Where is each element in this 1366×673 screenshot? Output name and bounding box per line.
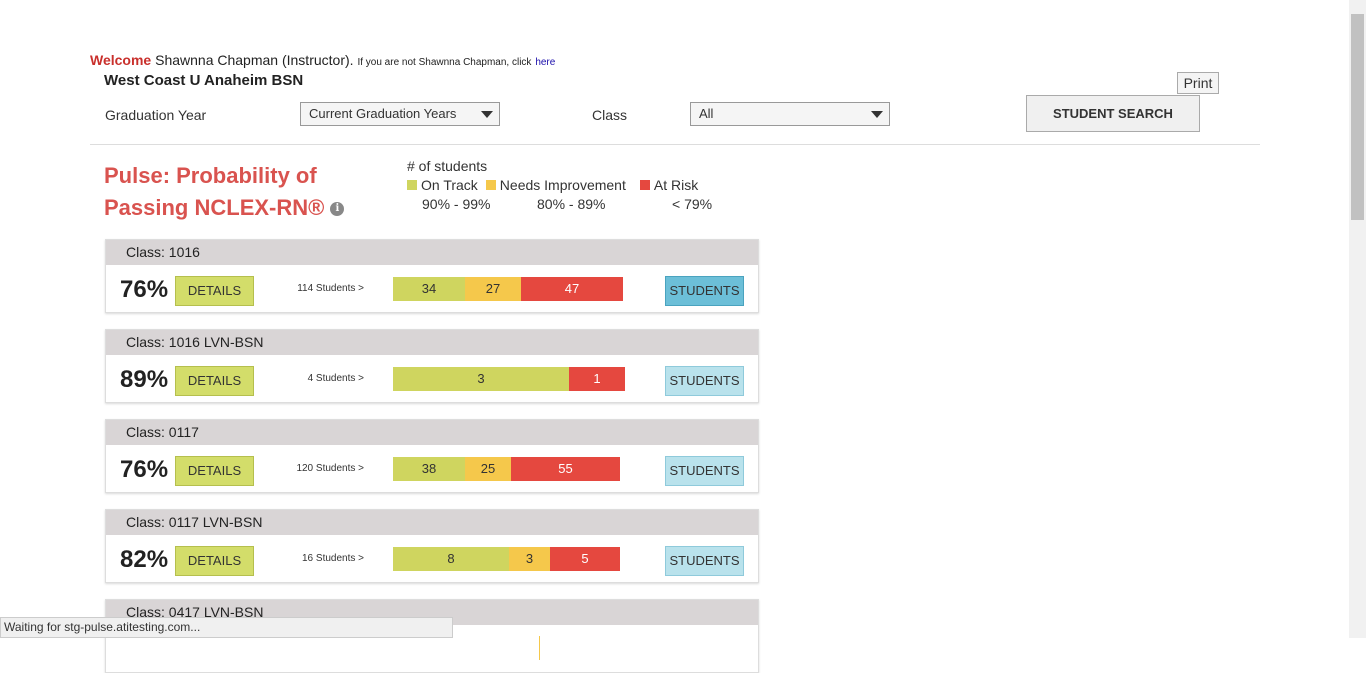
chevron-down-icon	[481, 111, 493, 118]
needs-improvement-segment	[539, 636, 540, 660]
class-percent: 76%	[120, 456, 169, 483]
class-name: Class: 1016	[106, 240, 758, 265]
pulse-title-line2: Passing NCLEX-RN®	[104, 195, 325, 220]
print-button[interactable]: Print	[1177, 72, 1219, 94]
legend-title: # of students	[407, 158, 488, 174]
info-icon[interactable]: i	[330, 202, 345, 217]
details-button[interactable]: DETAILS	[175, 366, 254, 396]
students-button[interactable]: STUDENTS	[665, 366, 744, 396]
details-button[interactable]: DETAILS	[175, 456, 254, 486]
needs-improvement-segment: 27	[465, 277, 521, 301]
class-label: Class	[592, 107, 628, 123]
students-button[interactable]: STUDENTS	[665, 276, 744, 306]
class-select[interactable]: All	[690, 102, 890, 126]
student-count-link[interactable]: 120 Students >	[244, 463, 364, 474]
chevron-down-icon	[871, 111, 883, 118]
needs-improvement-swatch	[485, 180, 496, 190]
on-track-segment: 3	[393, 367, 569, 391]
student-search-button[interactable]: STUDENT SEARCH	[1026, 95, 1200, 132]
on-track-segment: 38	[393, 457, 465, 481]
on-track-range: 90% - 99%	[422, 196, 491, 212]
student-count-link[interactable]: 16 Students >	[244, 553, 364, 564]
graduation-year-value: Current Graduation Years	[309, 106, 457, 121]
at-risk-segment: 55	[511, 457, 620, 481]
details-button[interactable]: DETAILS	[175, 546, 254, 576]
student-count-link[interactable]: 114 Students >	[244, 283, 364, 294]
students-button[interactable]: STUDENTS	[665, 546, 744, 576]
at-risk-segment: 47	[521, 277, 623, 301]
school-name: West Coast U Anaheim BSN	[104, 72, 304, 89]
on-track-segment: 34	[393, 277, 465, 301]
details-button[interactable]: DETAILS	[175, 276, 254, 306]
risk-bar: 8 3 5	[393, 547, 620, 571]
students-button[interactable]: STUDENTS	[665, 456, 744, 486]
divider	[90, 144, 1260, 145]
class-name: Class: 0117	[106, 420, 758, 445]
welcome-line: Welcome Shawnna Chapman (Instructor). If…	[90, 52, 555, 68]
risk-bar: 34 27 47	[393, 277, 623, 301]
on-track-swatch	[407, 180, 417, 190]
class-card: Class: 1016 76% DETAILS 114 Students > 3…	[105, 239, 759, 313]
class-percent: 76%	[120, 276, 169, 303]
needs-improvement-range: 80% - 89%	[537, 196, 606, 212]
not-user-text: If you are not Shawnna Chapman, click	[357, 57, 532, 68]
risk-bar	[539, 636, 540, 660]
needs-improvement-segment: 3	[509, 547, 550, 571]
at-risk-segment: 5	[550, 547, 620, 571]
class-percent: 89%	[120, 366, 169, 393]
on-track-label: On Track	[421, 177, 478, 193]
user-name: Shawnna Chapman (Instructor).	[155, 52, 354, 68]
at-risk-swatch	[639, 180, 650, 190]
at-risk-range: < 79%	[672, 196, 713, 212]
class-card: Class: 1016 LVN-BSN 89% DETAILS 4 Studen…	[105, 329, 759, 403]
risk-bar: 38 25 55	[393, 457, 620, 481]
here-link[interactable]: here	[535, 57, 555, 68]
browser-status-bar: Waiting for stg-pulse.atitesting.com...	[0, 617, 453, 638]
class-percent: 82%	[120, 546, 169, 573]
needs-improvement-label: Needs Improvement	[499, 177, 626, 193]
class-card: Class: 0117 LVN-BSN 82% DETAILS 16 Stude…	[105, 509, 759, 583]
pulse-title-line1: Pulse: Probability of	[104, 163, 317, 188]
graduation-year-label: Graduation Year	[105, 107, 207, 123]
graduation-year-select[interactable]: Current Graduation Years	[300, 102, 500, 126]
scrollbar-thumb[interactable]	[1351, 14, 1364, 220]
on-track-segment: 8	[393, 547, 509, 571]
pulse-title: Pulse: Probability of Passing NCLEX-RN® i	[104, 160, 345, 224]
at-risk-segment: 1	[569, 367, 625, 391]
risk-bar: 3 1	[393, 367, 625, 391]
class-name: Class: 0117 LVN-BSN	[106, 510, 758, 535]
legend: # of students On Track Needs Improvement A…	[407, 158, 712, 214]
class-value: All	[699, 106, 714, 121]
class-card: Class: 0117 76% DETAILS 120 Students > 3…	[105, 419, 759, 493]
needs-improvement-segment: 25	[465, 457, 511, 481]
at-risk-label: At Risk	[653, 177, 699, 193]
student-count-link[interactable]: 4 Students >	[244, 373, 364, 384]
class-name: Class: 1016 LVN-BSN	[106, 330, 758, 355]
welcome-label: Welcome	[90, 52, 152, 68]
